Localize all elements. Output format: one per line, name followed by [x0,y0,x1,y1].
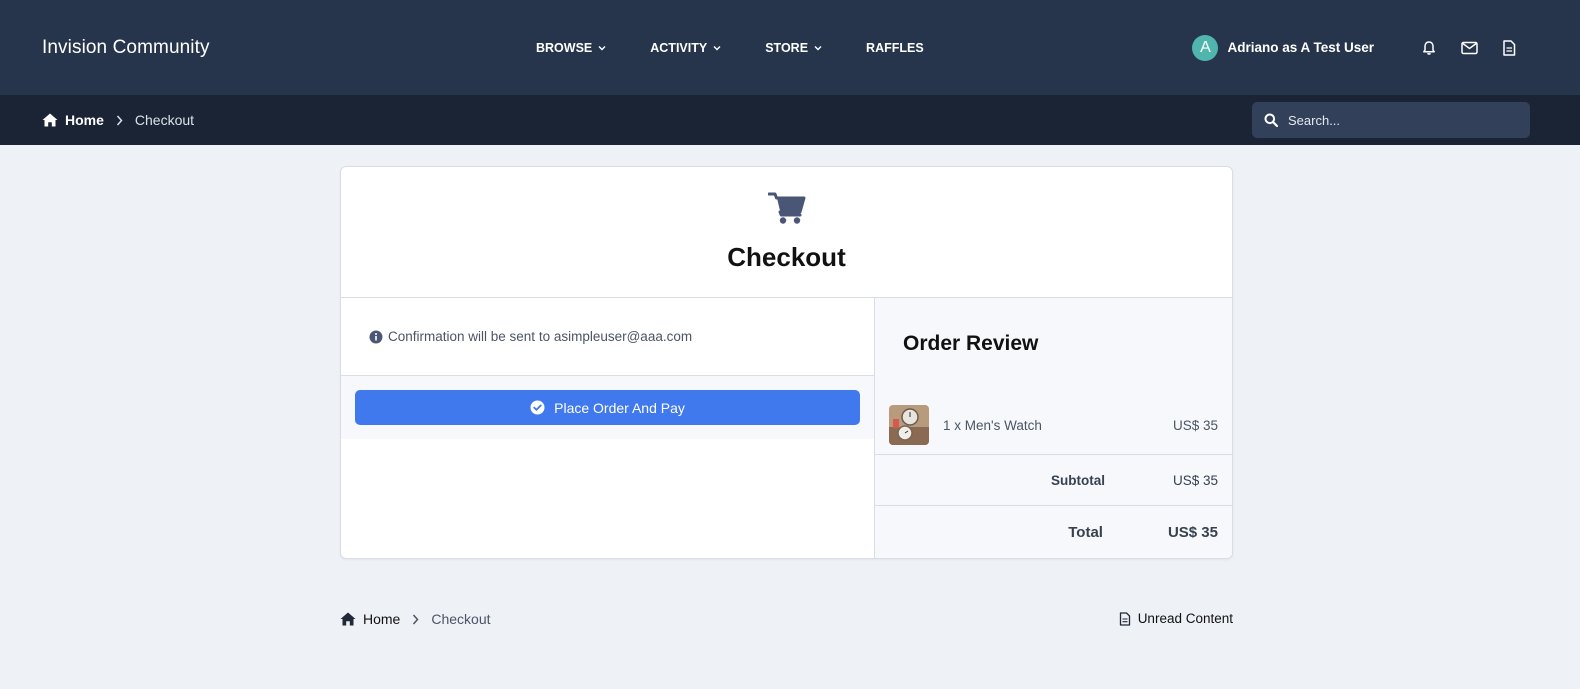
bell-icon[interactable] [1420,39,1438,57]
confirmation-text: Confirmation will be sent to asimpleuser… [388,329,693,344]
chevron-down-icon [713,45,721,51]
site-header: Invision Community BROWSE ACTIVITY STORE… [0,0,1580,95]
search-icon [1264,113,1278,127]
total-row: Total US$ 35 [875,506,1232,558]
footer-breadcrumb: Home Checkout [340,611,491,627]
checkout-card: Checkout Confirmation will be sent to as… [340,166,1233,559]
search-box [1252,102,1530,138]
subtotal-label: Subtotal [1050,472,1105,488]
page-title: Checkout [727,242,846,272]
footer-breadcrumb-current: Checkout [431,611,491,627]
nav-raffles[interactable]: RAFFLES [866,41,924,55]
check-circle-icon [530,400,545,415]
site-title[interactable]: Invision Community [42,37,210,59]
user-area: A Adriano as A Test User [1192,0,1518,95]
subtotal-row: Subtotal US$ 35 [875,455,1232,506]
place-order-button[interactable]: Place Order And Pay [355,390,860,425]
nav-store[interactable]: STORE [765,41,822,55]
shopping-cart-icon [767,191,806,230]
item-price: US$ 35 [1172,417,1218,433]
footer-home-label: Home [363,611,401,627]
breadcrumb-home[interactable]: Home [42,112,104,128]
search-input[interactable] [1288,112,1508,128]
unread-content-link[interactable]: Unread Content [1119,611,1233,626]
chevron-down-icon [598,45,606,51]
nav-activity-label: ACTIVITY [650,40,708,55]
nav-store-label: STORE [765,40,809,55]
document-icon[interactable] [1500,39,1518,57]
home-icon [42,113,58,127]
breadcrumb-home-label: Home [65,112,104,128]
total-value: US$ 35 [1167,524,1218,541]
nav-browse[interactable]: BROWSE [536,41,606,55]
avatar[interactable]: A [1192,34,1219,61]
chevron-down-icon [814,45,822,51]
unread-content-label: Unread Content [1137,611,1233,626]
order-review-title: Order Review [903,332,1039,355]
breadcrumb: Home Checkout [42,112,194,128]
confirmation-note: Confirmation will be sent to asimpleuser… [341,298,874,376]
home-icon [340,612,356,626]
nav-activity[interactable]: ACTIVITY [650,41,721,55]
breadcrumb-bar: Home Checkout [0,95,1580,145]
document-icon [1119,611,1130,626]
info-icon [369,330,383,343]
breadcrumb-current: Checkout [134,112,195,128]
button-area: Place Order And Pay [341,376,874,439]
chevron-right-icon [412,614,419,625]
checkout-body: Confirmation will be sent to asimpleuser… [341,298,1232,558]
checkout-header: Checkout [341,167,1232,298]
item-name: 1 x Men's Watch [943,417,1042,433]
envelope-icon[interactable] [1460,39,1478,57]
nav-raffles-label: RAFFLES [866,40,924,55]
checkout-left-column: Confirmation will be sent to asimpleuser… [341,298,875,558]
place-order-label: Place Order And Pay [554,399,685,416]
chevron-right-icon [116,115,123,126]
user-name[interactable]: Adriano as A Test User [1227,40,1374,55]
main-nav: BROWSE ACTIVITY STORE RAFFLES [536,0,968,95]
nav-browse-label: BROWSE [536,40,593,55]
subtotal-value: US$ 35 [1172,472,1218,488]
order-review: Order Review 1 x Men's Watch US$ 35 Subt… [875,298,1232,558]
product-thumbnail[interactable] [889,405,929,445]
total-label: Total [1068,524,1103,541]
list-item: 1 x Men's Watch US$ 35 [875,396,1232,455]
footer-breadcrumb-home[interactable]: Home [340,611,400,627]
